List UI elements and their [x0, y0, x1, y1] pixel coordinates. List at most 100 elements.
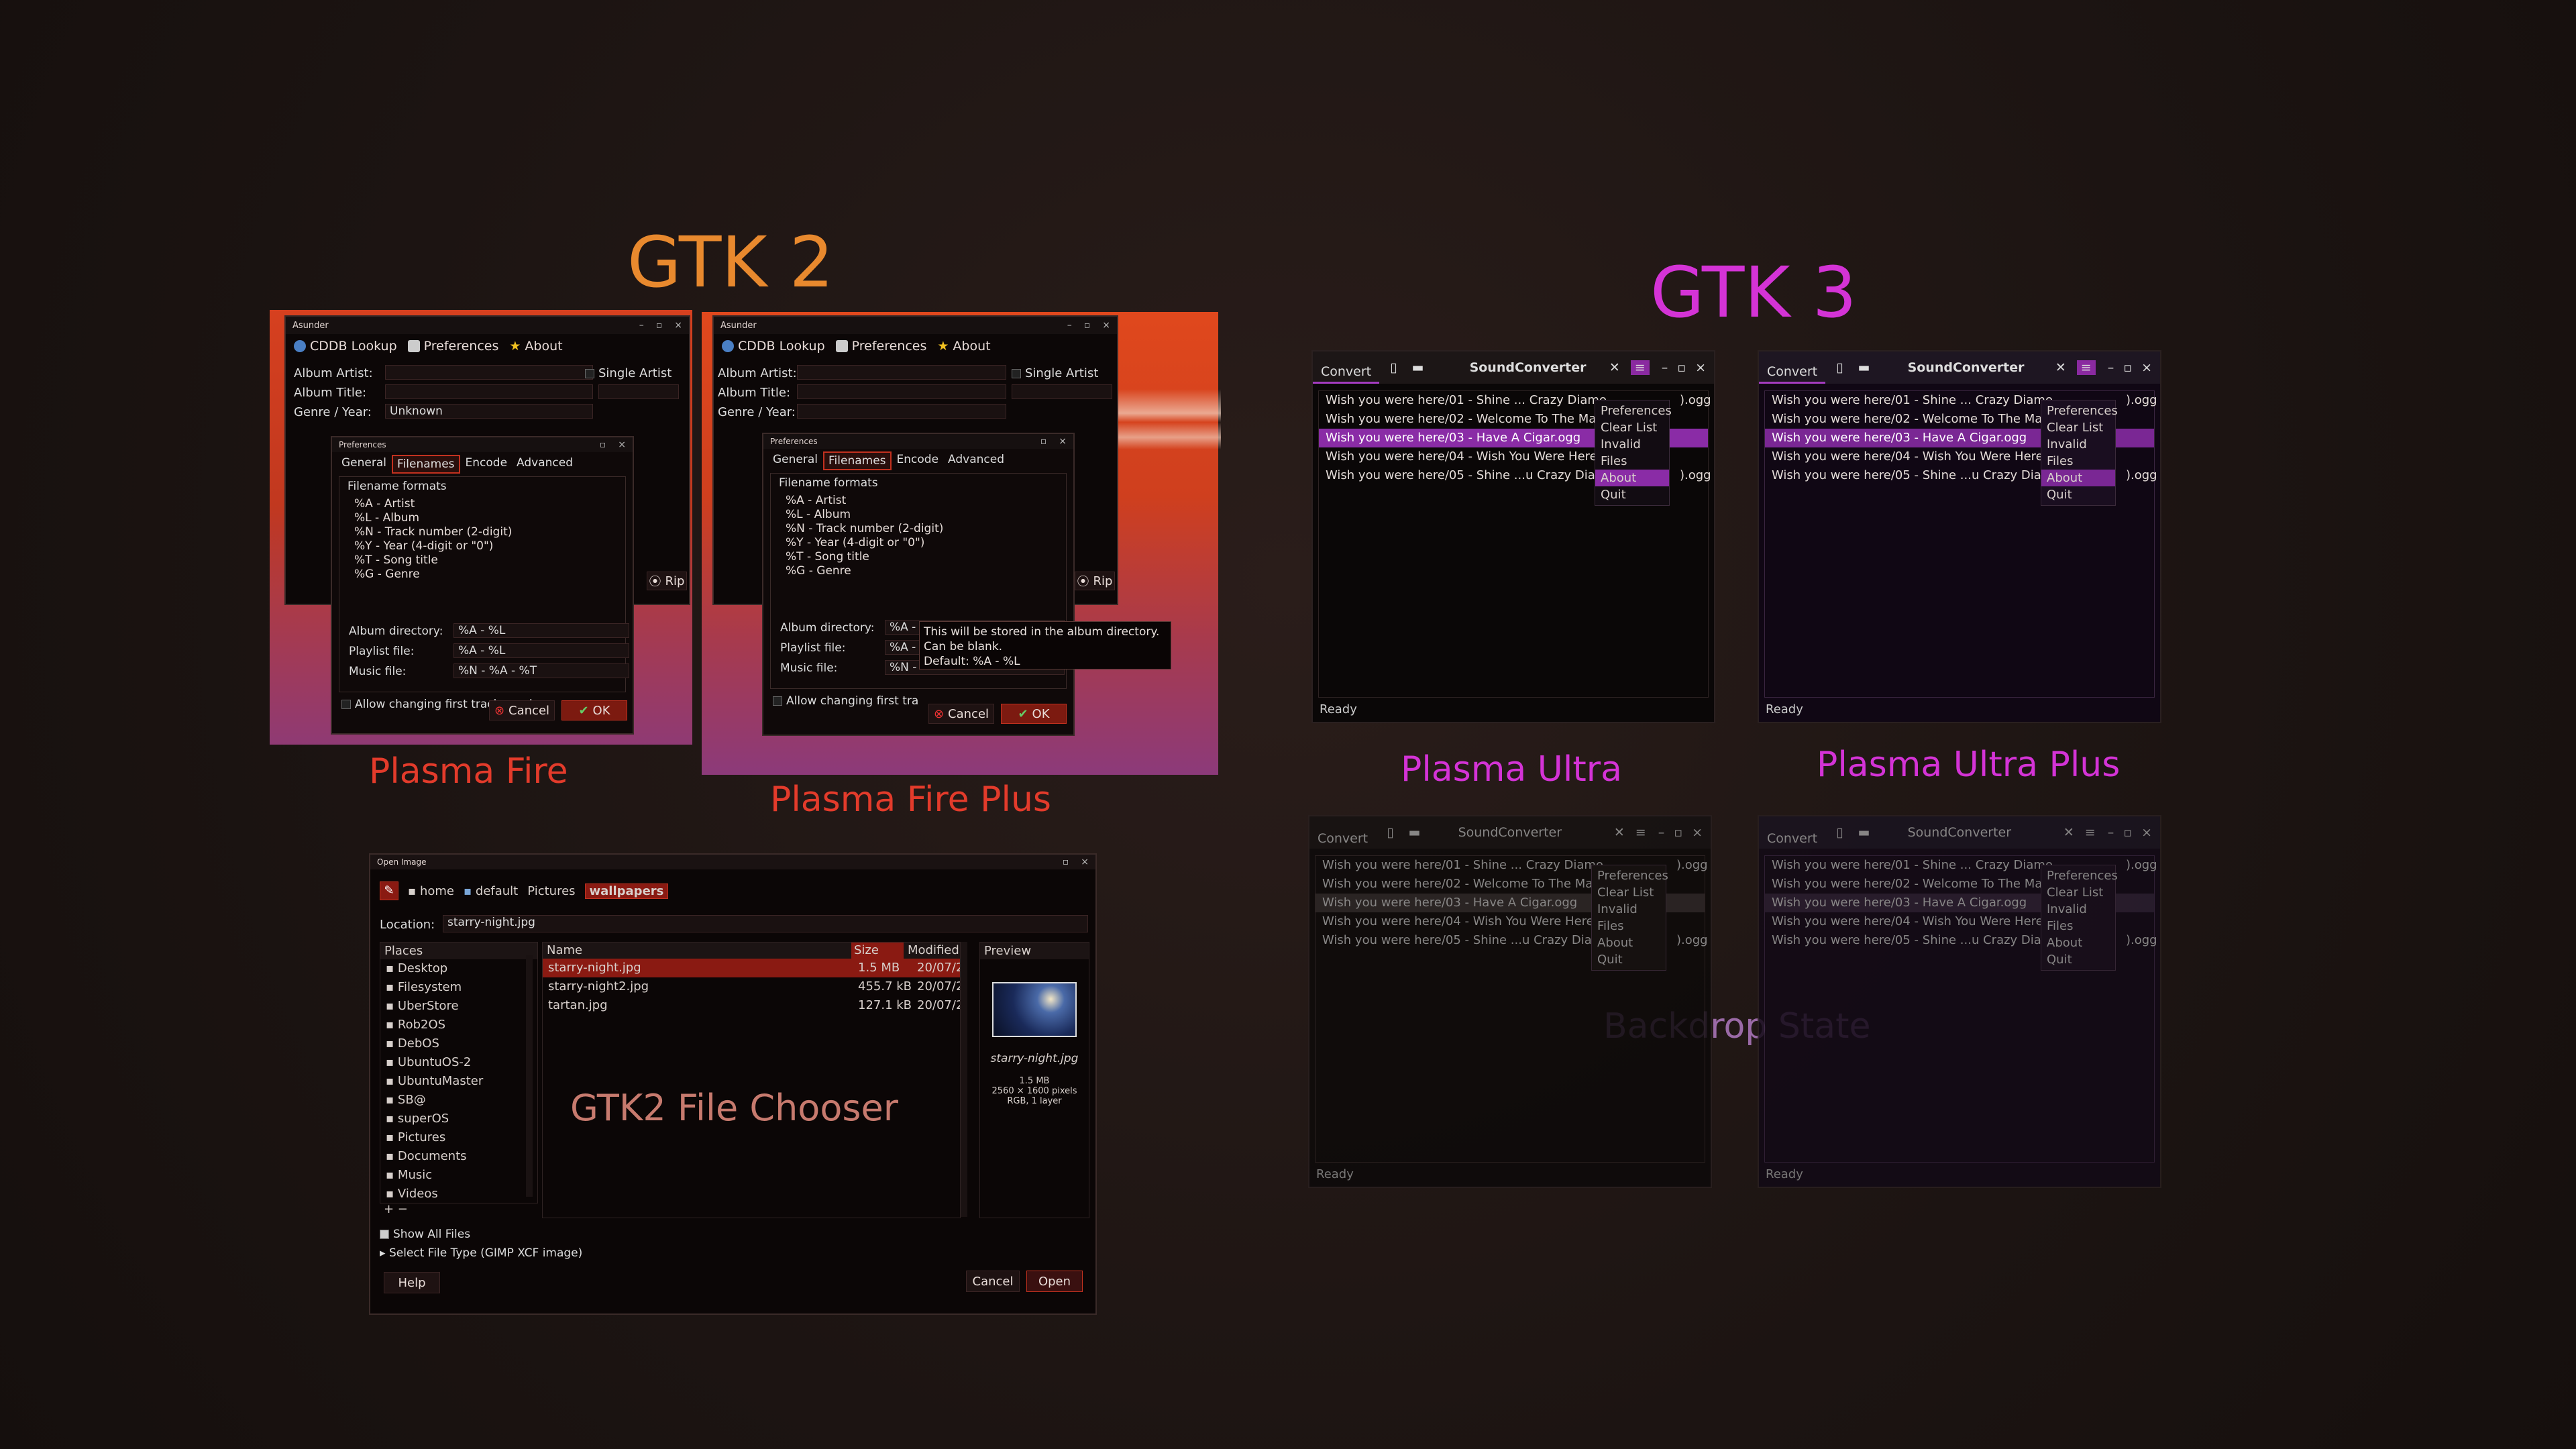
menu-item-preferences[interactable]: Preferences — [2041, 867, 2118, 884]
cancel-button[interactable]: Cancel — [966, 1271, 1020, 1292]
cancel-button[interactable]: ⊗ Cancel — [489, 700, 555, 720]
ok-button[interactable]: ✔ OK — [561, 700, 627, 720]
menu-item-about[interactable]: About — [2041, 470, 2115, 486]
genre-input[interactable] — [797, 404, 1006, 419]
add-file-icon[interactable]: ▯ — [1390, 360, 1397, 375]
column-size[interactable]: Size — [851, 943, 904, 959]
menu-item-clear-list[interactable]: Clear List — [1595, 419, 1669, 436]
file-list-scrollbar[interactable] — [961, 942, 967, 1217]
add-file-icon[interactable]: ▯ — [1836, 360, 1843, 375]
sidebar-item-place[interactable]: ▪ Desktop — [386, 959, 537, 978]
maximize-icon[interactable]: ▫ — [1084, 320, 1091, 331]
menu-item-quit[interactable]: Quit — [1595, 486, 1669, 503]
about-button[interactable]: ★ About — [509, 339, 562, 354]
convert-button[interactable]: Convert — [1759, 352, 1826, 384]
sidebar-item-place[interactable]: ▪ DebOS — [386, 1034, 537, 1053]
table-row[interactable]: starry-night.jpg 1.5 MB 20/07/20 — [543, 959, 960, 977]
edit-location-icon[interactable]: ✎ — [380, 881, 398, 900]
tab-filenames[interactable]: Filenames — [823, 451, 892, 470]
minimize-icon[interactable]: – — [2108, 825, 2114, 840]
cddb-lookup-button[interactable]: CDDB Lookup — [722, 339, 825, 354]
menu-item-about[interactable]: About — [2041, 934, 2115, 951]
column-name[interactable]: Name — [543, 943, 851, 959]
add-folder-icon[interactable]: ▬ — [1858, 360, 1870, 375]
album-title-input[interactable] — [385, 384, 593, 399]
path-default[interactable]: ▪ default — [464, 884, 518, 898]
maximize-icon[interactable]: ▫ — [600, 439, 606, 450]
about-button[interactable]: ★ About — [937, 339, 990, 354]
select-file-type-expander[interactable]: ▸ Select File Type (GIMP XCF image) — [380, 1246, 582, 1260]
close-icon[interactable]: × — [2141, 825, 2152, 840]
tools-icon[interactable]: ✕ — [1614, 825, 1625, 840]
help-button[interactable]: Help — [384, 1272, 440, 1293]
close-icon[interactable]: × — [1081, 857, 1089, 867]
close-icon[interactable]: × — [674, 320, 682, 331]
menu-item-about[interactable]: About — [1592, 934, 1666, 951]
genre-input[interactable]: Unknown — [385, 404, 593, 419]
table-row[interactable]: starry-night2.jpg 455.7 kB 20/07/20 — [543, 977, 960, 996]
sidebar-item-place[interactable]: ▪ Music — [386, 1166, 537, 1185]
convert-button[interactable]: Convert — [1313, 352, 1380, 384]
path-pictures[interactable]: Pictures — [527, 884, 575, 898]
close-icon[interactable]: × — [1695, 360, 1706, 375]
minimize-icon[interactable]: – — [1067, 320, 1072, 331]
music-input[interactable]: %N - %A - %T — [453, 663, 629, 678]
add-file-icon[interactable]: ▯ — [1387, 825, 1393, 840]
album-artist-input[interactable] — [385, 365, 593, 380]
minimize-icon[interactable]: – — [2108, 360, 2114, 375]
close-icon[interactable]: × — [618, 439, 626, 450]
minimize-icon[interactable]: – — [639, 320, 644, 331]
preferences-button[interactable]: Preferences — [835, 339, 926, 354]
menu-item-about[interactable]: About — [1595, 470, 1669, 486]
menu-item-clear-list[interactable]: Clear List — [1592, 884, 1666, 901]
add-file-icon[interactable]: ▯ — [1836, 825, 1843, 840]
maximize-icon[interactable]: ▫ — [2123, 360, 2132, 375]
minimize-icon[interactable]: – — [1662, 360, 1668, 375]
menu-icon[interactable]: ≡ — [2076, 360, 2096, 375]
rip-button[interactable]: ⦿ Rip — [1075, 572, 1115, 590]
menu-item-quit[interactable]: Quit — [2041, 951, 2115, 968]
close-icon[interactable]: × — [1059, 436, 1067, 447]
sidebar-item-place[interactable]: ▪ UbuntuMaster — [386, 1072, 537, 1091]
add-remove-buttons[interactable]: + − — [384, 1202, 408, 1216]
cancel-button[interactable]: ⊗ Cancel — [928, 704, 994, 724]
tab-encode[interactable]: Encode — [893, 451, 943, 470]
sidebar-item-place[interactable]: ▪ Videos — [386, 1185, 537, 1203]
sidebar-item-place[interactable]: ▪ superOS — [386, 1110, 537, 1128]
tab-filenames[interactable]: Filenames — [392, 455, 460, 474]
tab-advanced[interactable]: Advanced — [513, 455, 577, 474]
close-icon[interactable]: × — [2141, 360, 2152, 375]
album-year-input[interactable] — [1012, 384, 1112, 399]
sidebar-item-place[interactable]: ▪ Documents — [386, 1147, 537, 1166]
path-home[interactable]: ▪ home — [408, 884, 454, 898]
maximize-icon[interactable]: ▫ — [2123, 825, 2132, 840]
sidebar-item-place[interactable]: ▪ UbuntuOS-2 — [386, 1053, 537, 1072]
menu-icon[interactable]: ≡ — [1635, 825, 1646, 840]
table-row[interactable]: tartan.jpg 127.1 kB 20/07/20 — [543, 996, 960, 1015]
album-title-input[interactable] — [797, 384, 1006, 399]
places-scrollbar[interactable] — [526, 955, 533, 1197]
album-year-input[interactable] — [598, 384, 679, 399]
sidebar-item-place[interactable]: ▪ Pictures — [386, 1128, 537, 1147]
playlist-input[interactable]: %A - %L — [453, 643, 629, 658]
location-input[interactable]: starry-night.jpg — [443, 915, 1088, 932]
menu-item-quit[interactable]: Quit — [1592, 951, 1666, 968]
maximize-icon[interactable]: ▫ — [1063, 857, 1069, 867]
tab-general[interactable]: General — [337, 455, 390, 474]
album-dir-input[interactable]: %A - %L — [453, 623, 629, 638]
menu-item-invalid-files[interactable]: Invalid Files — [1592, 901, 1666, 934]
sidebar-item-place[interactable]: ▪ SB@ — [386, 1091, 537, 1110]
single-artist-check[interactable]: Single Artist — [585, 366, 672, 380]
menu-item-invalid-files[interactable]: Invalid Files — [1595, 436, 1669, 470]
sidebar-item-place[interactable]: ▪ Rob2OS — [386, 1016, 537, 1034]
maximize-icon[interactable]: ▫ — [656, 320, 663, 331]
single-artist-check[interactable]: Single Artist — [1012, 366, 1098, 380]
menu-item-clear-list[interactable]: Clear List — [2041, 884, 2115, 901]
ok-button[interactable]: ✔ OK — [1001, 704, 1067, 724]
tab-general[interactable]: General — [769, 451, 822, 470]
menu-item-preferences[interactable]: Preferences — [1592, 867, 1668, 884]
menu-icon[interactable]: ≡ — [2085, 825, 2096, 840]
open-button[interactable]: Open — [1026, 1271, 1083, 1292]
tools-icon[interactable]: ✕ — [2063, 825, 2074, 840]
menu-item-invalid-files[interactable]: Invalid Files — [2041, 436, 2115, 470]
